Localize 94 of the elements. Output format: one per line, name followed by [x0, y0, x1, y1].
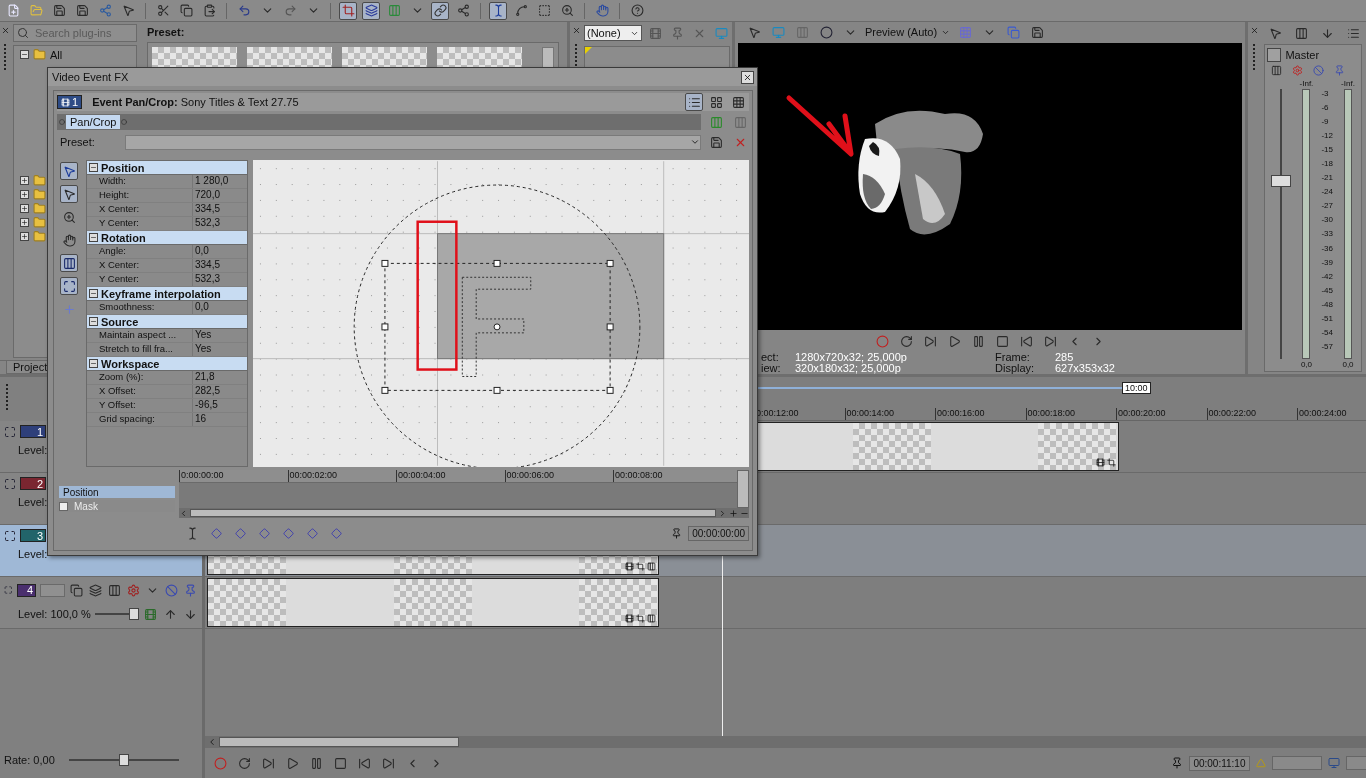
property-label: Grid spacing: [87, 413, 193, 426]
property-value[interactable]: 334,5 [193, 259, 247, 272]
stat-label: iew: [761, 363, 782, 374]
property-value[interactable]: 532,3 [193, 273, 247, 286]
property-value[interactable]: 0,0 [193, 301, 247, 314]
stat-value: 320x180x32; 25,000p [795, 363, 901, 374]
property-label: Zoom (%): [87, 371, 193, 384]
bus-title: Master [1285, 49, 1320, 61]
meter-reading: 0,0 [1300, 360, 1312, 369]
scale-label: -51 [1321, 313, 1333, 323]
track-number: 2 [20, 477, 46, 490]
stat-label: Frame: [995, 352, 1031, 363]
scale-label: -15 [1321, 145, 1333, 155]
scale-label: -42 [1321, 271, 1333, 281]
scale-label: -12 [1321, 131, 1333, 141]
track-number: 1 [20, 425, 46, 438]
group-title: Workspace [101, 357, 160, 370]
scale-label: -45 [1321, 285, 1333, 295]
track-badge: 1 [57, 95, 83, 109]
level-label: Level: [17, 496, 48, 508]
property-label: X Center: [87, 203, 193, 216]
property-label: Height: [87, 189, 193, 202]
stat-value: 627x353x32 [1055, 363, 1116, 374]
scale-label: -33 [1321, 229, 1333, 239]
property-value[interactable]: Yes [193, 343, 247, 356]
group-title: Rotation [101, 231, 146, 244]
scale-label: -18 [1321, 159, 1333, 169]
property-value[interactable]: 720,0 [193, 189, 247, 202]
event-title: Event Pan/Crop: Sony Titles & Text 27.75 [91, 96, 300, 108]
level-label: Level: 100,0 % [17, 608, 91, 620]
ruler-time: 00:00:20:00 [1116, 408, 1207, 420]
property-label: Y Offset: [87, 399, 193, 412]
scale-label: -39 [1321, 257, 1333, 267]
track-number: 3 [20, 529, 46, 542]
cursor-time[interactable]: 00:00:11:10 [1189, 755, 1250, 771]
meter-reading: 0,0 [1342, 360, 1354, 369]
rate-label: Rate: 0,00 [4, 754, 55, 766]
property-label: Maintain aspect ... [87, 329, 193, 342]
level-label: Level: [17, 444, 48, 456]
stat-label: Display: [995, 363, 1036, 374]
group-title: Position [101, 161, 145, 174]
time-field[interactable]: 00:00:00:00 [688, 525, 749, 541]
level-label: Level: [17, 548, 48, 560]
scale-label: -24 [1321, 187, 1333, 197]
ruler-time: 00:00:24:00 [1297, 408, 1366, 420]
loop-end-marker[interactable]: 10:00 [1122, 382, 1151, 394]
ruler-time: 00:00:16:00 [935, 408, 1026, 420]
property-value[interactable]: 16 [193, 413, 247, 426]
scale-label: -30 [1321, 215, 1333, 225]
ruler-time: 00:00:14:00 [844, 408, 935, 420]
keyframe-track[interactable]: Position [59, 486, 175, 498]
window-title: Video Event FX [52, 71, 129, 83]
scale-label: -3 [1321, 89, 1330, 98]
stat-value: 285 [1055, 352, 1075, 363]
group-title: Keyframe interpolation [101, 287, 221, 300]
scale-label: -57 [1321, 341, 1333, 351]
scale-label: -6 [1321, 103, 1330, 113]
property-value[interactable]: 334,5 [193, 203, 247, 216]
ruler-time: 00:00:18:00 [1025, 408, 1116, 420]
scale-label: -21 [1321, 173, 1333, 183]
property-value[interactable]: Yes [193, 329, 247, 342]
peak-reading: -Inf. [1299, 79, 1314, 88]
scale-label: -27 [1321, 201, 1333, 211]
stat-value: 1280x720x32; 25,000p [795, 352, 908, 363]
scale-label: -48 [1321, 299, 1333, 309]
property-label: X Center: [87, 259, 193, 272]
property-value[interactable]: 282,5 [193, 385, 247, 398]
property-value[interactable]: -96,5 [193, 399, 247, 412]
pane-title: Preset: [147, 26, 186, 38]
dropdown[interactable]: (None) [584, 25, 642, 41]
property-value[interactable]: 21,8 [193, 371, 247, 384]
property-label: X Offset: [87, 385, 193, 398]
property-value[interactable]: 532,3 [193, 217, 247, 230]
property-label: Stretch to fill fra... [87, 343, 193, 356]
fx-chain-item[interactable]: Pan/Crop [66, 115, 121, 129]
group-title: Source [101, 315, 139, 328]
stat-label: ect: [761, 352, 780, 363]
preview-quality-dropdown[interactable]: Preview (Auto) [865, 26, 951, 39]
property-label: Width: [87, 175, 193, 188]
property-value[interactable]: 0,0 [193, 245, 247, 258]
preset-label: Preset: [60, 136, 95, 148]
scale-label: -54 [1321, 327, 1333, 337]
scale-label: -36 [1321, 243, 1333, 253]
property-label: Angle: [87, 245, 193, 258]
tree-item[interactable]: All [49, 48, 63, 61]
property-label: Y Center: [87, 273, 193, 286]
scale-label: -9 [1321, 117, 1330, 127]
property-label: Y Center: [87, 217, 193, 230]
ruler-time: 00:00:22:00 [1206, 408, 1297, 420]
property-value[interactable]: 1 280,0 [193, 175, 247, 188]
peak-reading: -Inf. [1341, 79, 1355, 88]
track-number: 4 [16, 583, 37, 597]
track-header[interactable]: 4 Level: 100,0 % [0, 577, 202, 629]
property-label: Smoothness: [87, 301, 193, 314]
